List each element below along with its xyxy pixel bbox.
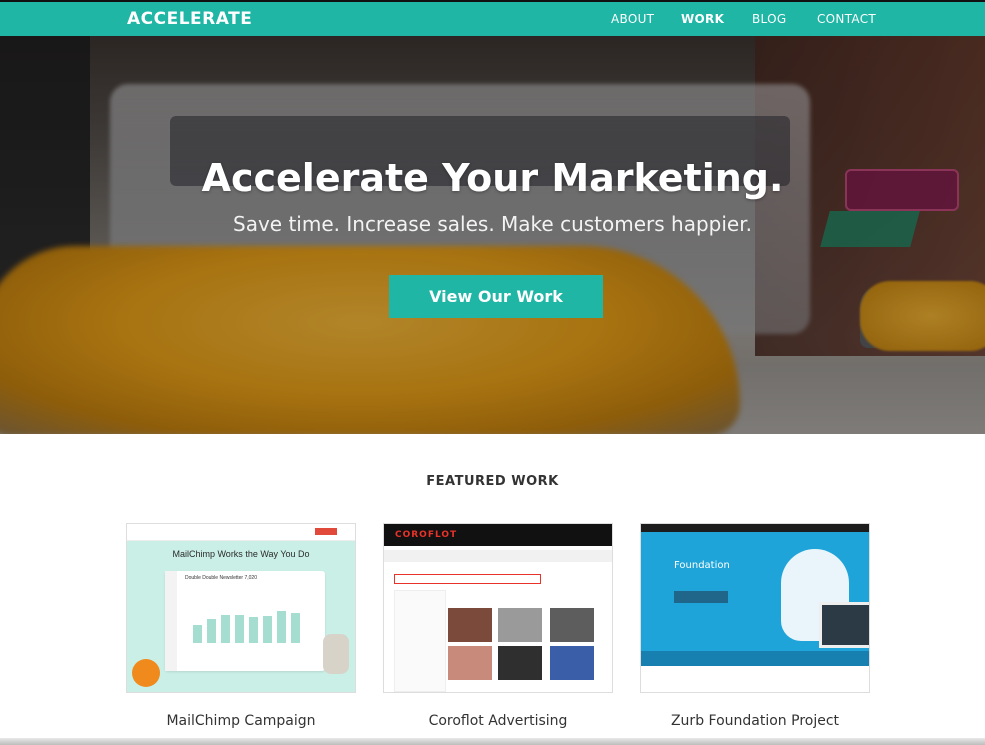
thumb-panel-sidebar <box>165 571 177 671</box>
mailchimp-thumbnail[interactable]: MailChimp Works the Way You Do Double Do… <box>126 523 356 693</box>
view-our-work-button[interactable]: View Our Work <box>389 275 603 318</box>
top-navbar: ACCELERATE ABOUT WORK BLOG CONTACT <box>0 0 985 36</box>
thumb-bottom-section <box>641 666 869 692</box>
thumb-heading: MailChimp Works the Way You Do <box>172 549 310 559</box>
thumb-filter-bar <box>384 550 612 562</box>
thumb-tile <box>448 608 492 642</box>
nav-link-work[interactable]: WORK <box>681 12 724 26</box>
thumb-search-box <box>394 574 541 584</box>
thumb-bar <box>277 611 286 643</box>
coroflot-thumbnail[interactable]: COROFLOT <box>383 523 613 693</box>
thumb-report-panel: Double Double Newsletter 7,020 <box>165 571 325 671</box>
thumb-bar <box>235 615 244 643</box>
featured-card-coroflot[interactable]: COROFLOT Coroflot Advertising <box>383 523 613 729</box>
thumb-topbar <box>127 524 355 541</box>
thumb-tile <box>498 646 542 680</box>
nav-link-about[interactable]: ABOUT <box>611 12 654 26</box>
thumb-footer-bar <box>641 651 869 666</box>
nav-link-blog[interactable]: BLOG <box>752 12 786 26</box>
thumb-tile <box>550 608 594 642</box>
featured-card-foundation[interactable]: Foundation Zurb Foundation Project <box>640 523 870 729</box>
thumb-bar <box>249 617 258 643</box>
featured-card-mailchimp[interactable]: MailChimp Works the Way You Do Double Do… <box>126 523 356 729</box>
coroflot-logo: COROFLOT <box>395 530 458 540</box>
thumb-tile <box>448 646 492 680</box>
thumb-signup-badge <box>315 528 337 535</box>
thumb-screen-illustration <box>819 602 869 648</box>
thumb-bar <box>193 625 202 643</box>
thumb-sidebar <box>394 590 446 692</box>
thumb-orange <box>132 659 160 687</box>
hero-section: Accelerate Your Marketing. Save time. In… <box>0 36 985 434</box>
thumb-topbar: COROFLOT <box>384 524 612 546</box>
thumb-bar <box>263 616 272 643</box>
thumb-plant <box>323 634 349 674</box>
nav-link-contact[interactable]: CONTACT <box>817 12 876 26</box>
thumb-download-button <box>674 591 728 603</box>
thumb-bar <box>221 615 230 643</box>
card-label[interactable]: Zurb Foundation Project <box>640 713 870 729</box>
hero-title: Accelerate Your Marketing. <box>201 156 784 200</box>
featured-work-heading: FEATURED WORK <box>426 474 559 489</box>
foundation-thumbnail[interactable]: Foundation <box>640 523 870 693</box>
hero-subtitle: Save time. Increase sales. Make customer… <box>233 212 752 236</box>
thumb-title: Foundation <box>674 560 730 571</box>
thumb-bar <box>291 613 300 643</box>
thumb-tile <box>498 608 542 642</box>
window-bottom-edge <box>0 738 985 745</box>
thumb-panel-stat: Double Double Newsletter 7,020 <box>185 575 257 581</box>
thumb-bar <box>207 619 216 643</box>
card-label[interactable]: MailChimp Campaign <box>126 713 356 729</box>
card-label[interactable]: Coroflot Advertising <box>383 713 613 729</box>
thumb-tile <box>550 646 594 680</box>
brand-logo[interactable]: ACCELERATE <box>127 9 252 29</box>
thumb-topbar <box>641 524 869 532</box>
